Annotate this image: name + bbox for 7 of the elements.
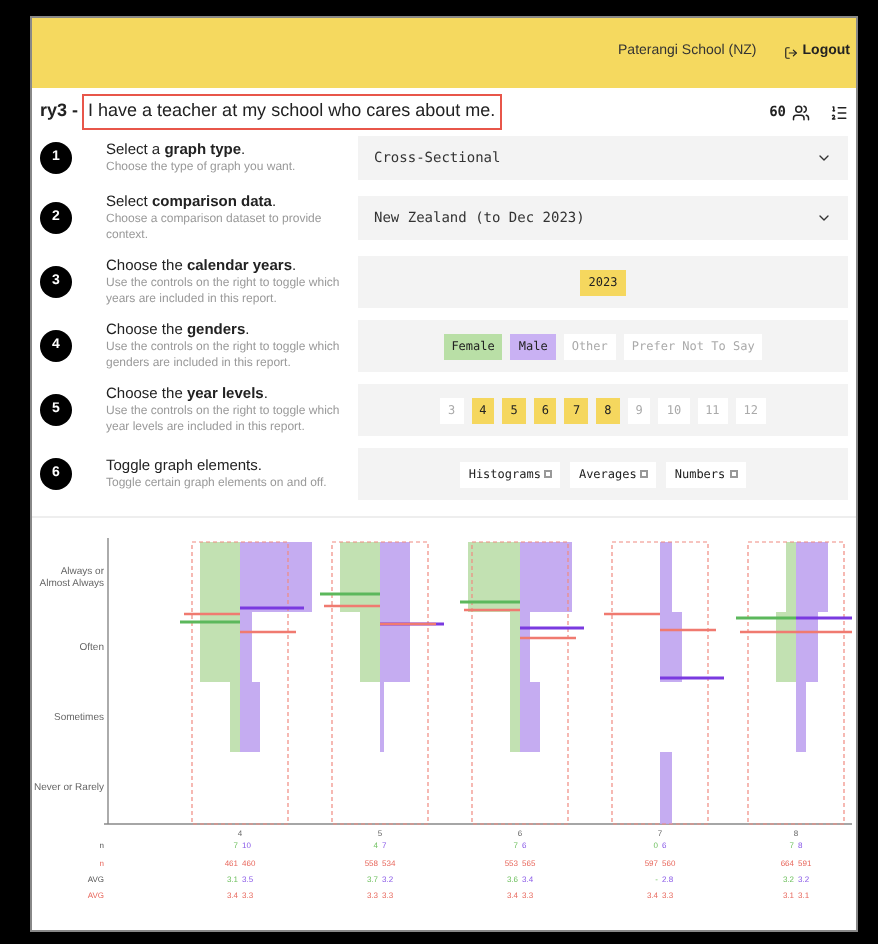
users-icon	[792, 103, 810, 121]
question-title: I have a teacher at my school who cares about me.	[82, 94, 502, 130]
logout-icon	[784, 46, 799, 60]
caret-icon	[816, 210, 832, 226]
caret-icon	[816, 150, 832, 166]
survey-code: ry3 -	[40, 98, 79, 125]
list-icon[interactable]	[830, 103, 848, 121]
